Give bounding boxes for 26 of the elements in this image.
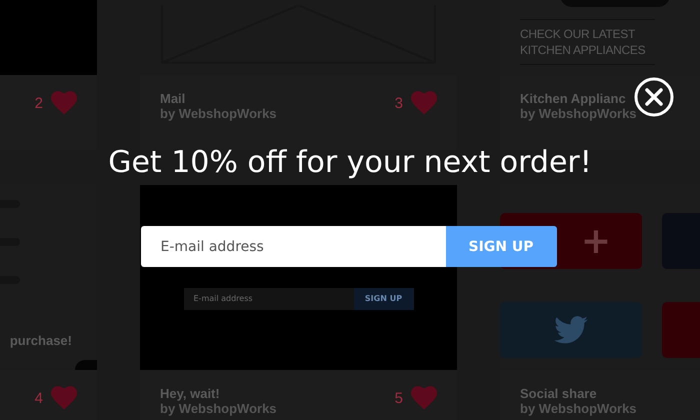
card-author: by WebshopWorks bbox=[520, 106, 637, 121]
email-field[interactable]: E-mail address bbox=[140, 226, 446, 267]
card-title: Kitchen Applianc bbox=[520, 91, 627, 106]
like-count: 3 bbox=[394, 94, 403, 112]
tile-label: + bbox=[580, 220, 612, 262]
heart-icon[interactable] bbox=[51, 386, 77, 410]
card-title: Hey, wait! bbox=[160, 386, 221, 401]
card-title: Mail bbox=[160, 91, 186, 106]
close-icon[interactable] bbox=[634, 77, 674, 117]
popup-title: Get 10% off for your next order! bbox=[108, 145, 592, 180]
heart-icon[interactable] bbox=[51, 91, 77, 115]
like-count: 5 bbox=[394, 390, 403, 406]
card-author: by WebshopWorks bbox=[160, 106, 277, 121]
bird-icon bbox=[554, 316, 588, 344]
input-field: E-mail address bbox=[184, 288, 354, 310]
card-author: by WebshopWorks bbox=[160, 401, 277, 416]
corner-shape bbox=[75, 360, 97, 370]
banner-caption: CHECK OUR LATEST KITCHEN APPLIANCES bbox=[520, 19, 655, 65]
banner-caption: purchase! bbox=[10, 333, 72, 348]
card-title: Social share bbox=[520, 386, 598, 401]
signup-button[interactable]: SIGN UP bbox=[446, 226, 556, 267]
like-count: 4 bbox=[34, 390, 43, 406]
like-count: 2 bbox=[34, 94, 43, 112]
heart-icon[interactable] bbox=[411, 91, 437, 115]
heart-icon[interactable] bbox=[411, 386, 437, 410]
card-author: by WebshopWorks bbox=[520, 401, 637, 416]
